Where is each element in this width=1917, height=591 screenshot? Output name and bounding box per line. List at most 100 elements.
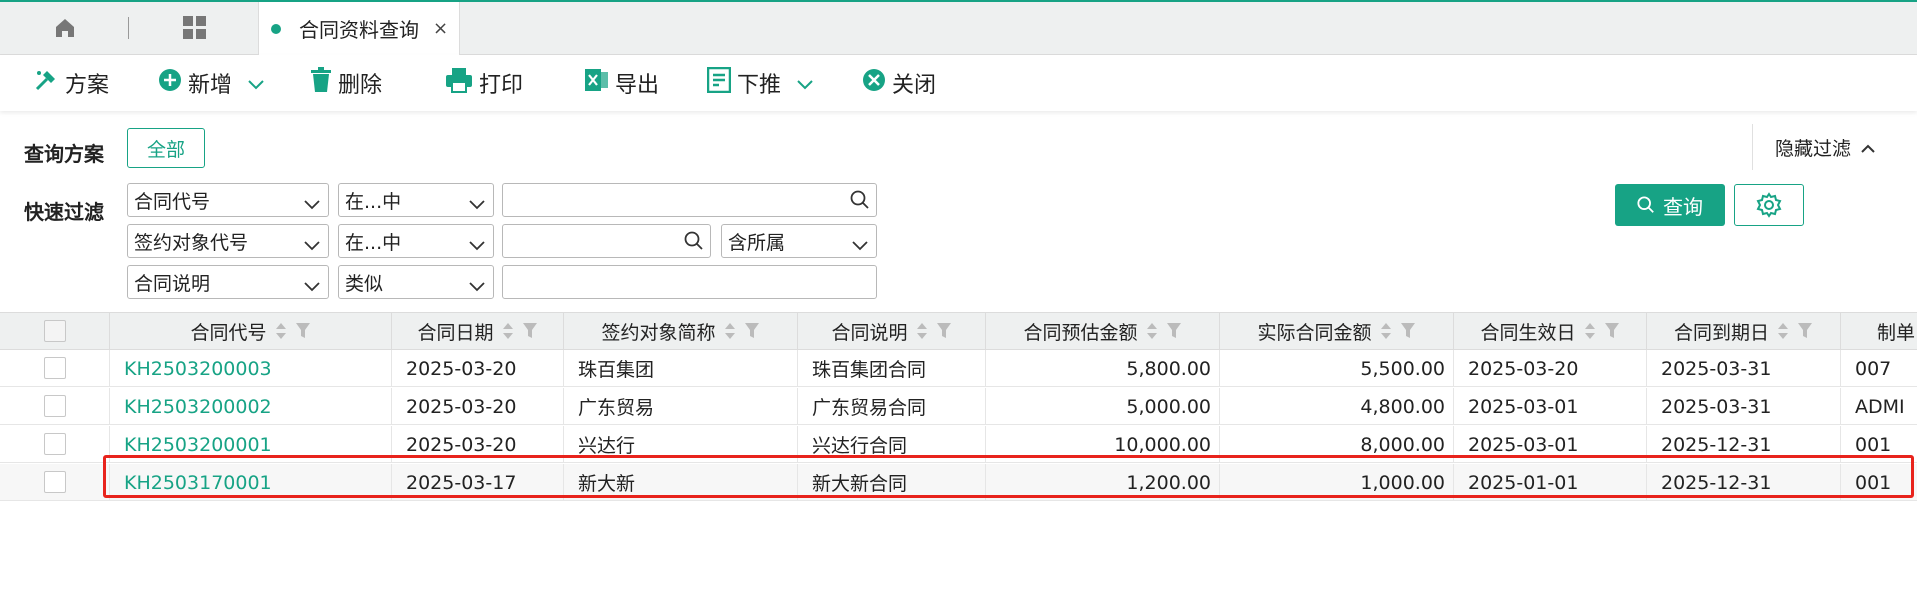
print-button[interactable]: 打印	[445, 65, 523, 101]
scheme-icon	[33, 67, 65, 99]
sort-icon[interactable]	[724, 321, 736, 341]
home-icon[interactable]	[40, 2, 90, 54]
table-row[interactable]: KH2503170001 2025-03-17 新大新 新大新合同 1,200.00 1,…	[0, 464, 1917, 501]
sort-icon[interactable]	[916, 321, 928, 341]
filter-field-select-1[interactable]: 合同代号	[127, 183, 329, 217]
filter-icon[interactable]	[1166, 322, 1182, 340]
filter-value-input-2[interactable]	[502, 224, 711, 258]
filter-icon[interactable]	[936, 322, 952, 340]
contract-code-link[interactable]: KH2503170001	[110, 464, 392, 501]
filter-icon[interactable]	[1400, 322, 1416, 340]
row-checkbox[interactable]	[43, 433, 66, 455]
filter-icon[interactable]	[1797, 322, 1813, 340]
select-all-cell	[0, 313, 110, 349]
close-icon[interactable]: ×	[433, 18, 448, 39]
filter-operator-select-3[interactable]: 类似	[338, 265, 494, 299]
column-header-effective-date[interactable]: 合同生效日	[1454, 313, 1647, 349]
cell-creator: 001	[1855, 471, 1892, 494]
cell-contract-desc: 兴达行合同	[798, 426, 986, 463]
cell-actual-amount: 4,800.00	[1220, 388, 1454, 425]
chevron-down-icon	[304, 234, 320, 256]
chevron-down-icon	[304, 275, 320, 297]
sort-icon[interactable]	[1380, 321, 1392, 341]
cell-expiry-date: 2025-03-31	[1647, 350, 1841, 387]
sort-icon[interactable]	[275, 321, 287, 341]
add-button[interactable]: 新增	[158, 65, 270, 101]
search-icon[interactable]	[850, 190, 870, 214]
delete-button[interactable]: 删除	[310, 65, 382, 101]
table-row[interactable]: KH2503200001 2025-03-20 兴达行 兴达行合同 10,000.00 8…	[0, 426, 1917, 463]
column-header-contract-desc[interactable]: 合同说明	[798, 313, 986, 349]
close-button[interactable]: 关闭	[862, 65, 936, 101]
table-row[interactable]: KH2503200003 2025-03-20 珠百集团 珠百集团合同 5,800.00…	[0, 350, 1917, 387]
column-header-label: 制单	[1877, 321, 1916, 344]
column-header-expiry-date[interactable]: 合同到期日	[1647, 313, 1841, 349]
cell-counterparty-name: 广东贸易	[564, 388, 798, 425]
export-label: 导出	[615, 73, 660, 98]
column-header-contract-code[interactable]: 合同代号	[110, 313, 392, 349]
tab-contract-query[interactable]: 合同资料查询 ×	[258, 2, 460, 55]
filter-operator-select-1[interactable]: 在...中	[338, 183, 494, 217]
column-header-label: 合同说明	[831, 321, 908, 344]
row-checkbox[interactable]	[43, 357, 66, 379]
grid-icon[interactable]	[170, 2, 220, 54]
column-header-label: 合同生效日	[1480, 321, 1576, 344]
filter-icon[interactable]	[295, 322, 311, 340]
chevron-down-icon	[469, 193, 485, 215]
hide-filter-button[interactable]: 隐藏过滤	[1752, 124, 1917, 170]
chevron-up-icon	[1861, 136, 1875, 158]
column-header-label: 实际合同金额	[1257, 321, 1372, 344]
column-header-contract-date[interactable]: 合同日期	[392, 313, 564, 349]
sort-icon[interactable]	[1146, 321, 1158, 341]
query-button[interactable]: 查询	[1615, 184, 1725, 226]
cell-effective-date: 2025-03-01	[1454, 388, 1647, 425]
cell-contract-date: 2025-03-20	[392, 388, 564, 425]
print-label: 打印	[479, 73, 524, 98]
tab-status-dot	[271, 23, 281, 34]
push-down-button[interactable]: 下推	[706, 65, 819, 101]
scheme-label: 方案	[65, 73, 110, 98]
sort-icon[interactable]	[1584, 321, 1596, 341]
chevron-down-icon[interactable]	[248, 71, 270, 96]
filter-value-input-1[interactable]	[502, 183, 877, 217]
table-row[interactable]: KH2503200002 2025-03-20 广东贸易 广东贸易合同 5,000.00…	[0, 388, 1917, 425]
column-header-estimated-amount[interactable]: 合同预估金额	[986, 313, 1220, 349]
contract-code-link[interactable]: KH2503200003	[110, 350, 392, 387]
filter-operator-value: 在...中	[345, 231, 402, 254]
push-down-icon	[706, 66, 737, 99]
cell-creator: 007	[1855, 357, 1892, 380]
column-header-actual-amount[interactable]: 实际合同金额	[1220, 313, 1454, 349]
scheme-button[interactable]: 方案	[33, 65, 109, 101]
filter-icon[interactable]	[1604, 322, 1620, 340]
contract-code-link[interactable]: KH2503200002	[110, 388, 392, 425]
settings-button[interactable]	[1734, 184, 1804, 226]
filter-value-input-3[interactable]	[502, 265, 877, 299]
export-button[interactable]: 导出	[585, 65, 659, 101]
search-icon[interactable]	[684, 231, 704, 255]
filter-scope-select[interactable]: 含所属	[721, 224, 877, 258]
row-checkbox[interactable]	[43, 395, 66, 417]
tab-label: 合同资料查询	[299, 18, 419, 42]
filter-field-select-3[interactable]: 合同说明	[127, 265, 329, 299]
scheme-all-button[interactable]: 全部	[127, 128, 205, 168]
filter-icon[interactable]	[744, 322, 760, 340]
cell-effective-date: 2025-01-01	[1454, 464, 1647, 501]
filter-field-select-2[interactable]: 签约对象代号	[127, 224, 329, 258]
filter-icon[interactable]	[522, 322, 538, 340]
column-header-label: 合同日期	[417, 321, 494, 344]
toolbar: 方案 新增 删除 打印 导出 下推 关闭	[0, 55, 1917, 111]
filter-field-value: 签约对象代号	[134, 231, 249, 254]
contract-code-link[interactable]: KH2503200001	[110, 426, 392, 463]
row-checkbox[interactable]	[43, 471, 66, 493]
filter-operator-select-2[interactable]: 在...中	[338, 224, 494, 258]
row-select-cell	[0, 388, 110, 424]
sort-icon[interactable]	[502, 321, 514, 341]
column-header-counterparty-name[interactable]: 签约对象简称	[564, 313, 798, 349]
select-all-checkbox[interactable]	[43, 320, 66, 342]
chevron-down-icon	[304, 193, 320, 215]
column-header-creator[interactable]: 制单	[1841, 313, 1917, 349]
trash-icon	[310, 67, 338, 99]
cell-estimated-amount: 5,000.00	[986, 388, 1220, 425]
chevron-down-icon[interactable]	[797, 71, 819, 96]
sort-icon[interactable]	[1777, 321, 1789, 341]
